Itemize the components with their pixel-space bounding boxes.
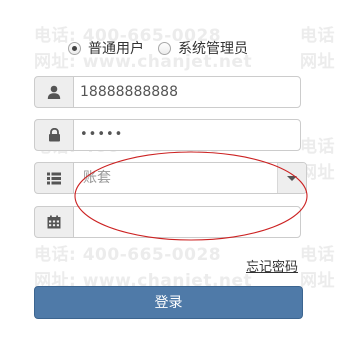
username-input[interactable]: 18888888888: [73, 76, 301, 108]
login-page: 电话: 400-665-0028 电话 网址: www.chanjet.net …: [0, 0, 341, 352]
user-icon: [47, 85, 61, 99]
radio-checked-icon[interactable]: [68, 41, 81, 55]
radio-system-admin[interactable]: 系统管理员: [158, 38, 248, 58]
radio-normal-user[interactable]: 普通用户: [68, 38, 144, 58]
login-button[interactable]: 登录: [34, 286, 303, 319]
date-addon: [34, 206, 74, 238]
password-field: •••••: [34, 119, 302, 151]
login-type-group: 普通用户 系统管理员: [68, 38, 262, 58]
watermark-phone-mid-right: 电话: [300, 137, 335, 157]
list-icon: [47, 172, 61, 185]
account-set-field: 账套: [34, 162, 307, 194]
radio-unchecked-icon[interactable]: [158, 41, 171, 55]
date-input[interactable]: [73, 206, 301, 238]
watermark-phone-low-right: 电话: [300, 245, 335, 265]
lock-icon: [48, 128, 61, 142]
date-field: [34, 206, 302, 238]
forgot-password-link[interactable]: 忘记密码: [246, 256, 298, 275]
account-set-select[interactable]: 账套: [73, 162, 307, 194]
watermark-site-top-right: 网址: [300, 52, 335, 72]
account-set-addon: [34, 162, 74, 194]
password-input[interactable]: •••••: [73, 119, 301, 151]
account-set-dropdown-toggle[interactable]: [277, 163, 306, 193]
account-set-placeholder: 账套: [83, 170, 111, 186]
watermark-phone-top-right: 电话: [300, 26, 335, 46]
username-field: 18888888888: [34, 76, 302, 108]
radio-system-admin-label: 系统管理员: [178, 41, 248, 57]
watermark-site-low-right: 网址: [300, 271, 335, 291]
watermark-phone-low: 电话: 400-665-0028: [34, 245, 222, 265]
password-addon: [34, 119, 74, 151]
caret-down-icon: [287, 175, 297, 181]
radio-normal-user-label: 普通用户: [88, 41, 144, 57]
username-addon: [34, 76, 74, 108]
calendar-icon: [47, 215, 61, 229]
